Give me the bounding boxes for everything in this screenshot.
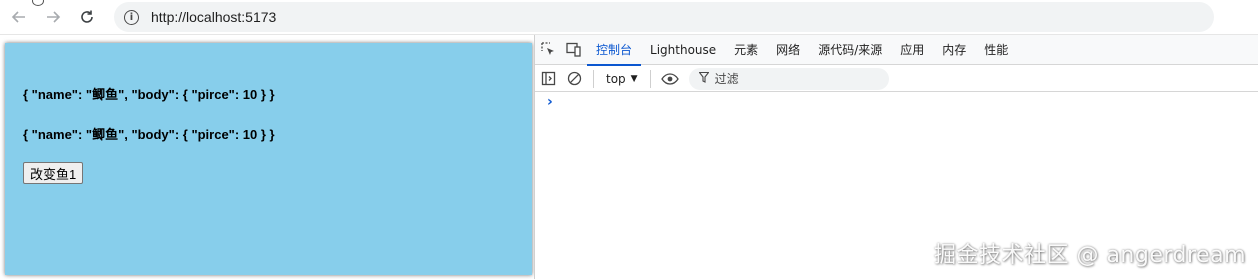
console-filter-input[interactable]: 过滤 <box>688 67 889 90</box>
filter-placeholder: 过滤 <box>714 72 739 86</box>
console-prompt[interactable]: › <box>547 94 553 110</box>
url-text[interactable]: http://localhost:5173 <box>151 9 276 25</box>
filter-icon <box>697 71 710 86</box>
toolbar-separator <box>593 69 594 88</box>
browser-toolbar: i http://localhost:5173 <box>0 0 1258 34</box>
device-toolbar-button[interactable] <box>561 37 587 63</box>
device-toolbar-icon <box>566 42 581 57</box>
tab-performance[interactable]: 性能 <box>975 35 1017 65</box>
change-fish-button[interactable]: 改变鱼1 <box>23 162 84 184</box>
reload-icon <box>81 10 93 23</box>
forward-button[interactable] <box>38 2 68 32</box>
inspect-element-button[interactable] <box>535 37 561 63</box>
tab-console[interactable]: 控制台 <box>587 35 642 66</box>
tab-application[interactable]: 应用 <box>891 35 933 65</box>
sidebar-toggle-icon <box>541 71 555 86</box>
tab-elements[interactable]: 元素 <box>725 35 767 65</box>
tab-lighthouse[interactable]: Lighthouse <box>641 35 725 65</box>
clear-console-button[interactable] <box>561 66 587 92</box>
address-bar[interactable]: i http://localhost:5173 <box>114 2 1214 32</box>
fish-text-2: { "name": "鲫鱼", "body": { "pirce": 10 } … <box>23 127 275 142</box>
inspect-element-icon <box>540 42 554 55</box>
live-expression-button[interactable] <box>657 66 683 92</box>
context-selector[interactable]: top ▼ <box>600 72 644 86</box>
console-toolbar: top ▼ 过滤 <box>535 66 1258 92</box>
page-viewport: { "name": "鲫鱼", "body": { "pirce": 10 } … <box>5 43 532 275</box>
eye-icon <box>660 72 679 85</box>
tab-network[interactable]: 网络 <box>767 35 809 65</box>
arrow-right-icon <box>47 11 61 23</box>
tab-sources[interactable]: 源代码/来源 <box>809 35 891 65</box>
caret-down-icon: ▼ <box>630 73 638 84</box>
context-value: top <box>606 71 626 86</box>
back-button[interactable] <box>4 2 34 32</box>
reload-button[interactable] <box>72 2 102 32</box>
fish-text-1: { "name": "鲫鱼", "body": { "pirce": 10 } … <box>23 87 275 102</box>
clear-console-icon <box>567 71 581 86</box>
toolbar-separator <box>649 69 651 88</box>
tab-memory[interactable]: 内存 <box>933 35 975 65</box>
sidebar-toggle-button[interactable] <box>535 66 561 92</box>
arrow-left-icon <box>11 11 25 23</box>
info-icon[interactable]: i <box>124 9 139 25</box>
devtools-tab-bar: 控制台 Lighthouse 元素 网络 源代码/来源 应用 内存 性能 <box>535 35 1258 66</box>
watermark: 掘金技术社区 @ angerdream <box>933 243 1246 268</box>
